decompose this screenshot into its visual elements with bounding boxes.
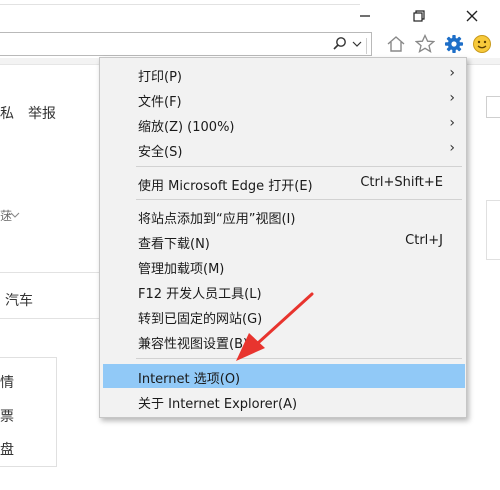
chevron-down-icon bbox=[10, 212, 20, 218]
chevron-right-icon: › bbox=[449, 65, 455, 81]
chevron-right-icon: › bbox=[449, 140, 455, 156]
menu-item-safety[interactable]: 安全(S) › bbox=[101, 137, 465, 161]
menu-item-label: 文件(F) bbox=[138, 95, 182, 110]
menu-item-print[interactable]: 打印(P) › bbox=[101, 62, 465, 86]
minimize-icon bbox=[360, 15, 370, 17]
chevron-down-icon bbox=[352, 41, 362, 47]
list-item[interactable]: 情 bbox=[0, 372, 14, 392]
restore-icon bbox=[413, 10, 425, 22]
close-icon bbox=[466, 10, 478, 22]
minimize-button[interactable] bbox=[350, 4, 380, 28]
address-separator bbox=[366, 38, 367, 54]
menu-item-file[interactable]: 文件(F) › bbox=[101, 87, 465, 111]
menu-item-pinned-sites[interactable]: 转到已固定的网站(G) bbox=[101, 304, 465, 328]
search-icon bbox=[333, 37, 346, 50]
menu-item-manage-addons[interactable]: 管理加载项(M) bbox=[101, 254, 465, 278]
menu-item-label: 查看下载(N) bbox=[138, 237, 210, 252]
address-bar[interactable] bbox=[0, 32, 372, 56]
menu-item-label: 打印(P) bbox=[138, 70, 182, 85]
menu-item-view-downloads[interactable]: 查看下载(N) Ctrl+J bbox=[101, 229, 465, 253]
chevron-right-icon: › bbox=[449, 115, 455, 131]
menu-item-zoom[interactable]: 缩放(Z) (100%) › bbox=[101, 112, 465, 136]
home-button[interactable] bbox=[385, 33, 407, 55]
tools-button[interactable] bbox=[443, 33, 465, 55]
menu-item-label: 兼容性视图设置(B) bbox=[138, 337, 249, 352]
menu-item-label: F12 开发人员工具(L) bbox=[138, 287, 262, 302]
chevron-right-icon: › bbox=[449, 90, 455, 106]
divider bbox=[0, 318, 100, 319]
tab-strip bbox=[0, 0, 360, 5]
divider bbox=[0, 272, 100, 273]
search-button[interactable] bbox=[332, 36, 348, 56]
menu-item-about-ie[interactable]: 关于 Internet Explorer(A) bbox=[101, 389, 465, 413]
tools-menu: 打印(P) › 文件(F) › 缩放(Z) (100%) › 安全(S) › 使… bbox=[99, 57, 467, 418]
gear-icon bbox=[445, 35, 463, 53]
menu-item-shortcut: Ctrl+J bbox=[405, 233, 443, 248]
menu-separator bbox=[136, 199, 462, 200]
menu-item-label: 安全(S) bbox=[138, 145, 183, 160]
menu-item-label: 使用 Microsoft Edge 打开(E) bbox=[138, 179, 313, 194]
menu-item-developer-tools[interactable]: F12 开发人员工具(L) bbox=[101, 279, 465, 303]
menu-item-label: 缩放(Z) (100%) bbox=[138, 120, 235, 135]
home-icon bbox=[387, 36, 405, 52]
nav-cars[interactable]: 汽车 bbox=[5, 290, 33, 310]
close-button[interactable] bbox=[457, 4, 487, 28]
nav-private[interactable]: 私 bbox=[0, 103, 14, 123]
page-box bbox=[486, 96, 500, 118]
menu-separator bbox=[136, 166, 462, 167]
favorites-button[interactable] bbox=[414, 33, 436, 55]
nav-report[interactable]: 举报 bbox=[28, 103, 56, 123]
menu-item-shortcut: Ctrl+Shift+E bbox=[360, 175, 443, 190]
menu-item-compatibility-view[interactable]: 兼容性视图设置(B) bbox=[101, 329, 465, 353]
menu-item-label: 关于 Internet Explorer(A) bbox=[138, 397, 298, 412]
list-item[interactable]: 盘 bbox=[0, 439, 14, 459]
menu-item-open-in-edge[interactable]: 使用 Microsoft Edge 打开(E) Ctrl+Shift+E bbox=[101, 171, 465, 195]
menu-item-label: 将站点添加到“应用”视图(I) bbox=[138, 212, 296, 227]
address-bar-controls bbox=[332, 36, 367, 56]
restore-button[interactable] bbox=[404, 4, 434, 28]
menu-item-add-site-to-apps[interactable]: 将站点添加到“应用”视图(I) bbox=[101, 204, 465, 228]
menu-item-label: 转到已固定的网站(G) bbox=[138, 312, 263, 327]
page-box bbox=[486, 200, 500, 260]
menu-item-internet-options[interactable]: Internet 选项(O) bbox=[103, 364, 465, 388]
menu-separator bbox=[136, 358, 462, 359]
menu-item-label: 管理加载项(M) bbox=[138, 262, 225, 277]
address-dropdown-button[interactable] bbox=[352, 36, 362, 56]
feedback-button[interactable] bbox=[471, 33, 493, 55]
list-item[interactable]: 票 bbox=[0, 406, 14, 426]
star-icon bbox=[415, 34, 435, 53]
menu-item-label: Internet 选项(O) bbox=[138, 372, 241, 387]
smiley-icon bbox=[473, 35, 491, 53]
